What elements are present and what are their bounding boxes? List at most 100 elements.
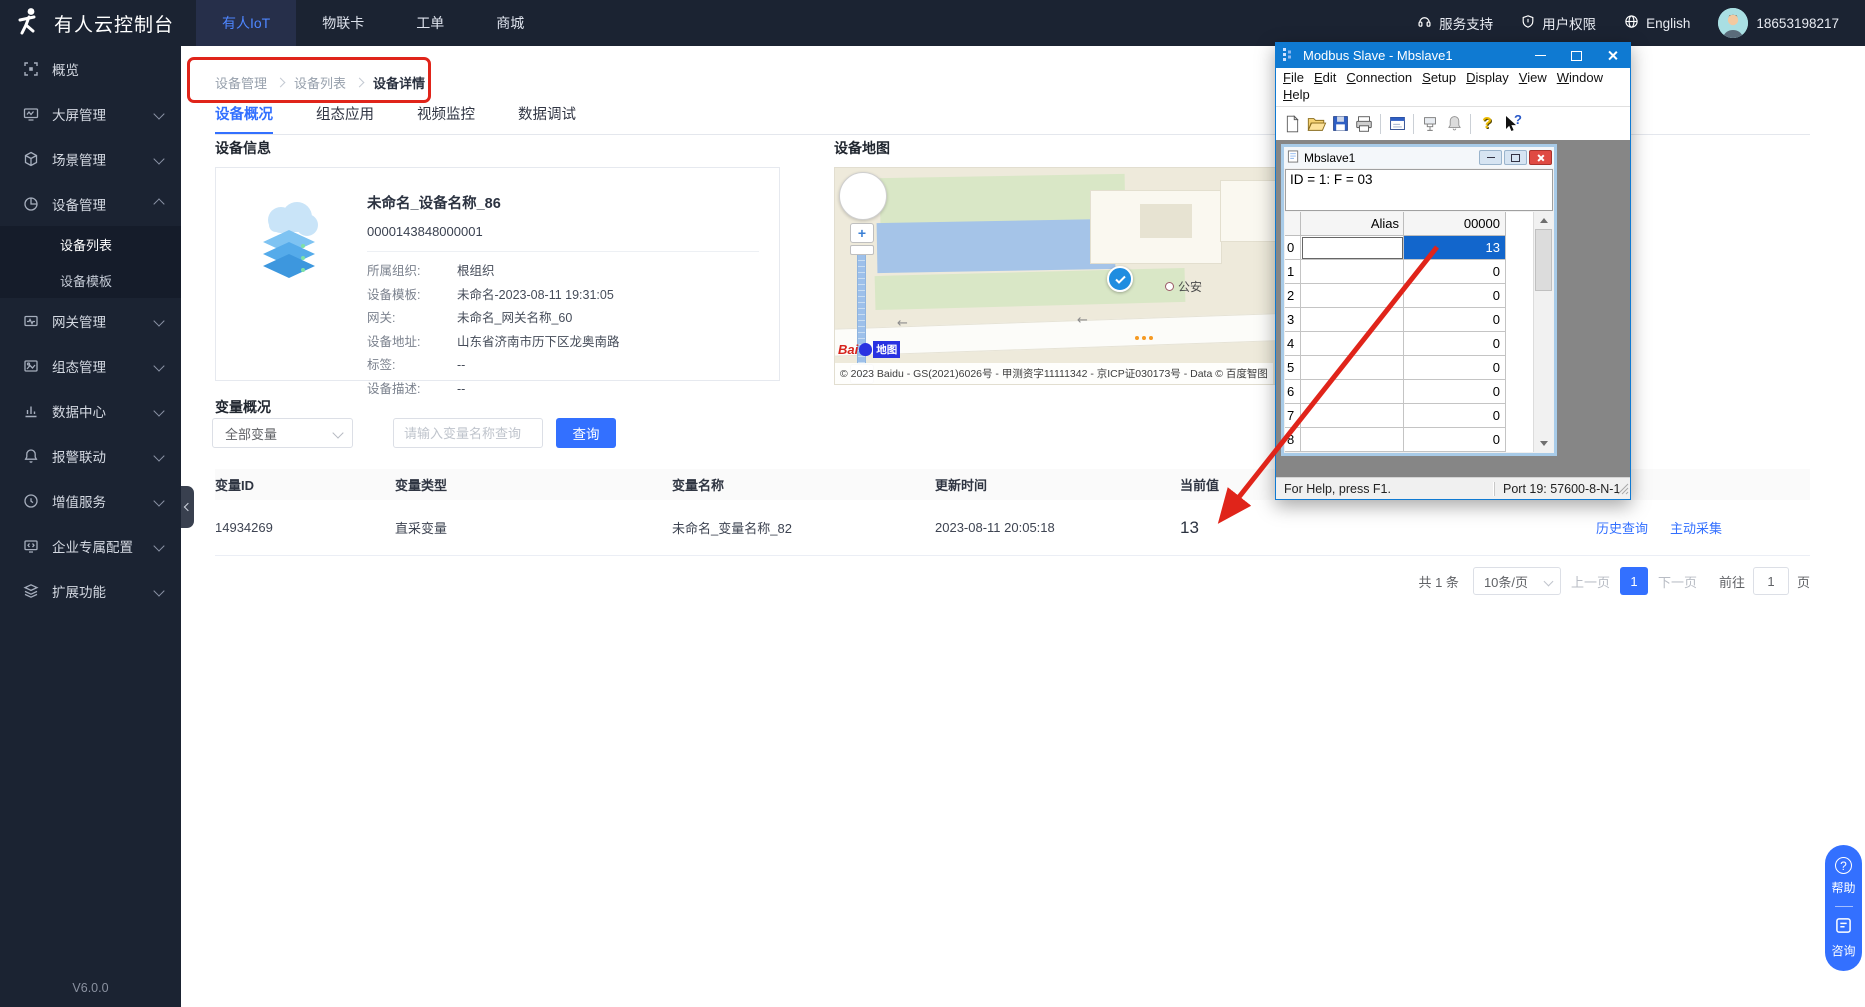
account[interactable]: 18653198217 — [1718, 8, 1839, 38]
child-titlebar[interactable]: Mbslave1 — [1284, 147, 1554, 168]
pan-down-icon[interactable] — [857, 203, 867, 213]
nav-tab-mall[interactable]: 商城 — [470, 0, 550, 46]
modbus-titlebar[interactable]: Modbus Slave - Mbslave1 — [1276, 43, 1630, 68]
resize-grip[interactable] — [1617, 483, 1629, 498]
map-zoom-in-button[interactable]: + — [850, 223, 874, 243]
grid-value-cell[interactable]: 0 — [1404, 260, 1506, 284]
sidebar-item-data-center[interactable]: 数据中心 — [0, 388, 181, 433]
help-icon[interactable]: ? — [1475, 112, 1499, 135]
menu-connection[interactable]: Connection — [1341, 69, 1417, 86]
child-close-button[interactable] — [1529, 150, 1552, 165]
sidebar-item-value-added-services[interactable]: 增值服务 — [0, 478, 181, 523]
context-help-icon[interactable]: ? — [1499, 112, 1523, 135]
scroll-thumb[interactable] — [1535, 229, 1552, 291]
sidebar-item-device-list[interactable]: 设备列表 — [0, 226, 181, 262]
save-icon[interactable] — [1328, 112, 1352, 135]
menu-help[interactable]: Help — [1278, 86, 1315, 103]
history-query-link[interactable]: 历史查询 — [1596, 518, 1648, 537]
grid-alias-cell[interactable] — [1301, 332, 1404, 356]
new-file-icon[interactable] — [1280, 112, 1304, 135]
traffic-icon[interactable] — [1418, 112, 1442, 135]
next-page-button[interactable]: 下一页 — [1658, 572, 1697, 591]
grid-value-cell-selected[interactable]: 13 — [1404, 236, 1506, 260]
grid-alias-cell[interactable] — [1301, 308, 1404, 332]
variable-type-select[interactable]: 全部变量 — [212, 418, 353, 448]
field-label: 设备描述: — [367, 378, 457, 402]
grid-value-cell[interactable]: 0 — [1404, 332, 1506, 356]
grid-value-cell[interactable]: 0 — [1404, 356, 1506, 380]
sidebar-item-device-template[interactable]: 设备模板 — [0, 262, 181, 298]
grid-value-cell[interactable]: 0 — [1404, 404, 1506, 428]
grid-value-cell[interactable]: 0 — [1404, 284, 1506, 308]
modbus-slave-window[interactable]: Modbus Slave - Mbslave1 File Edit Connec… — [1275, 42, 1631, 500]
menu-view[interactable]: View — [1514, 69, 1552, 86]
sidebar-item-extended-functions[interactable]: 扩展功能 — [0, 568, 181, 613]
map-zoom-knob[interactable] — [850, 245, 874, 255]
language-switch[interactable]: English — [1624, 14, 1690, 32]
child-restore-button[interactable] — [1504, 150, 1527, 165]
close-button[interactable] — [1594, 43, 1630, 68]
current-page-button[interactable]: 1 — [1620, 567, 1648, 595]
menu-edit[interactable]: Edit — [1309, 69, 1341, 86]
grid-alias-cell[interactable] — [1301, 428, 1404, 452]
minimize-button[interactable] — [1522, 43, 1558, 68]
sidebar-item-overview[interactable]: 概览 — [0, 46, 181, 91]
query-button[interactable]: 查询 — [556, 418, 616, 448]
grid-value-cell[interactable]: 0 — [1404, 428, 1506, 452]
grid-alias-cell[interactable] — [1301, 356, 1404, 380]
tab-video-monitor[interactable]: 视频监控 — [417, 103, 475, 134]
sidebar-item-alarm-linkage[interactable]: 报警联动 — [0, 433, 181, 478]
pan-left-icon[interactable] — [846, 190, 856, 200]
menu-display[interactable]: Display — [1461, 69, 1514, 86]
grid-value-cell[interactable]: 0 — [1404, 380, 1506, 404]
tab-data-debug[interactable]: 数据调试 — [518, 103, 576, 134]
grid-alias-cell[interactable] — [1301, 236, 1404, 260]
map-pan-control[interactable] — [839, 172, 887, 220]
display-setup-icon[interactable] — [1385, 112, 1409, 135]
pan-right-icon[interactable] — [870, 190, 880, 200]
breadcrumb-device-management[interactable]: 设备管理 — [215, 73, 267, 92]
menu-setup[interactable]: Setup — [1417, 69, 1461, 86]
goto-page-input[interactable] — [1753, 567, 1789, 595]
nav-tab-usr-iot[interactable]: 有人IoT — [196, 0, 296, 46]
sidebar-item-enterprise-config[interactable]: 企业专属配置 — [0, 523, 181, 568]
child-minimize-button[interactable] — [1479, 150, 1502, 165]
help-button[interactable]: ? 帮助 — [1831, 857, 1855, 896]
mbslave1-child-window[interactable]: Mbslave1 ID = 1: F = 03 Alias 00000 013 — [1281, 144, 1557, 456]
service-support[interactable]: 服务支持 — [1417, 13, 1493, 33]
tab-device-overview[interactable]: 设备概况 — [215, 103, 273, 134]
user-permission[interactable]: 用户权限 — [1521, 13, 1596, 33]
page-size-select[interactable]: 10条/页 — [1473, 567, 1561, 595]
breadcrumb-device-list[interactable]: 设备列表 — [294, 73, 346, 92]
sidebar-collapse-handle[interactable] — [181, 486, 194, 528]
grid-alias-cell[interactable] — [1301, 284, 1404, 308]
variable-search-input[interactable] — [393, 418, 543, 448]
grid-scrollbar[interactable] — [1533, 212, 1553, 452]
consult-button[interactable]: 咨询 — [1831, 917, 1855, 959]
scroll-down-icon[interactable] — [1534, 435, 1553, 452]
brand[interactable]: 有人云控制台 — [0, 5, 196, 42]
device-location-marker[interactable] — [1107, 266, 1133, 292]
menu-file[interactable]: File — [1278, 69, 1309, 86]
sidebar-item-scada-management[interactable]: 组态管理 — [0, 343, 181, 388]
grid-value-cell[interactable]: 0 — [1404, 308, 1506, 332]
active-collect-link[interactable]: 主动采集 — [1670, 518, 1722, 537]
grid-alias-cell[interactable] — [1301, 380, 1404, 404]
sidebar-item-screen-management[interactable]: 大屏管理 — [0, 91, 181, 136]
sidebar-item-scene-management[interactable]: 场景管理 — [0, 136, 181, 181]
print-icon[interactable] — [1352, 112, 1376, 135]
nav-tab-work-order[interactable]: 工单 — [390, 0, 470, 46]
tab-scada-application[interactable]: 组态应用 — [316, 103, 374, 134]
menu-window[interactable]: Window — [1552, 69, 1608, 86]
prev-page-button[interactable]: 上一页 — [1571, 572, 1610, 591]
pan-up-icon[interactable] — [857, 179, 867, 189]
nav-tab-iot-card[interactable]: 物联卡 — [296, 0, 390, 46]
bell-icon[interactable] — [1442, 112, 1466, 135]
grid-alias-cell[interactable] — [1301, 404, 1404, 428]
sidebar-item-gateway-management[interactable]: 网关管理 — [0, 298, 181, 343]
maximize-button[interactable] — [1558, 43, 1594, 68]
grid-alias-cell[interactable] — [1301, 260, 1404, 284]
sidebar-item-device-management[interactable]: 设备管理 — [0, 181, 181, 226]
open-file-icon[interactable] — [1304, 112, 1328, 135]
scroll-up-icon[interactable] — [1534, 212, 1553, 229]
